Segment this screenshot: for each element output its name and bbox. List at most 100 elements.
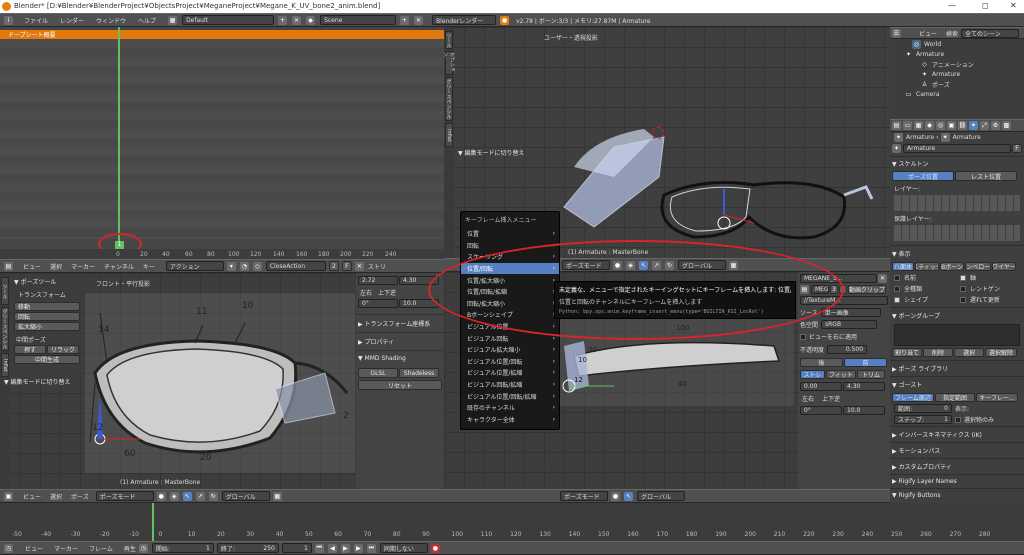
- names-checkbox[interactable]: [894, 274, 900, 281]
- scale-button[interactable]: 拡大縮小: [14, 322, 80, 331]
- shading-icon[interactable]: ●: [611, 491, 620, 501]
- source-select[interactable]: 単一画像: [820, 308, 881, 317]
- offset-x-field[interactable]: 0.00: [800, 382, 842, 391]
- properties-editor-icon[interactable]: ▤: [892, 121, 901, 130]
- ghost-icon[interactable]: ◔: [239, 261, 249, 271]
- field-a[interactable]: 2.72: [358, 276, 398, 285]
- sync-select[interactable]: 同期しない: [379, 543, 428, 553]
- menu-item[interactable]: ビジュアル拡大縮小 ›: [461, 344, 559, 356]
- scene-filter-select[interactable]: 全てのシーン: [961, 28, 1020, 38]
- stretch-button[interactable]: ストレ: [800, 370, 825, 379]
- view3d-editor-icon[interactable]: ▣: [4, 491, 13, 501]
- tab-inflat[interactable]: Inflat: [1, 353, 9, 377]
- constraints-tab-icon[interactable]: ⛓: [958, 121, 967, 130]
- view-as-checkbox[interactable]: [800, 333, 806, 340]
- mode-select[interactable]: アクション: [165, 261, 224, 271]
- menu-search[interactable]: 検索: [946, 29, 958, 38]
- minimize-button[interactable]: —: [948, 1, 956, 10]
- pose-mode-select[interactable]: ポーズモード: [560, 491, 608, 501]
- skeleton-section[interactable]: ▼ スケルトン: [890, 156, 1024, 170]
- render-tab-icon[interactable]: ▭: [903, 121, 912, 130]
- add-scene-icon[interactable]: +: [400, 15, 410, 25]
- menu-item[interactable]: キャラクター全体 ›: [461, 414, 559, 426]
- envelope-button[interactable]: エンベロープ: [965, 262, 991, 271]
- menu-playback[interactable]: 再生: [124, 544, 136, 553]
- play-icon[interactable]: ▶: [340, 543, 350, 553]
- outliner-item[interactable]: ✦ Armature: [890, 49, 1024, 59]
- remove-button[interactable]: 削除: [923, 348, 953, 357]
- xray-checkbox[interactable]: [960, 285, 966, 292]
- bone-group-list[interactable]: [894, 324, 1020, 346]
- menu-view[interactable]: ビュー: [23, 492, 41, 501]
- menu-window[interactable]: ウィンドウ: [96, 16, 126, 25]
- glsl-button[interactable]: GLSL: [358, 368, 398, 378]
- wire-button[interactable]: ワイヤー: [992, 262, 1016, 271]
- remove-layout-icon[interactable]: ✕: [292, 15, 302, 25]
- menu-item[interactable]: ビジュアル位置/回転 ›: [461, 356, 559, 368]
- manipulator-icon[interactable]: ↖: [182, 491, 192, 501]
- outliner-item[interactable]: ◎ World: [890, 39, 1024, 49]
- motion-path-section[interactable]: ▶ モーションパス: [890, 442, 1024, 458]
- ghost-range-field[interactable]: 範囲: 0: [894, 404, 952, 413]
- shadeless-button[interactable]: Shadeless: [399, 368, 439, 378]
- tab-grease-pencil[interactable]: グリースペンシル: [1, 307, 9, 351]
- menu-view[interactable]: ビュー: [23, 262, 41, 271]
- outliner-item[interactable]: ✦ Armature: [890, 69, 1024, 79]
- opacity-field[interactable]: 0.500: [827, 345, 868, 354]
- remove-scene-icon[interactable]: ✕: [414, 15, 424, 25]
- preview-range-icon[interactable]: ◷: [138, 543, 148, 553]
- rigify-layers-section[interactable]: ▶ Rigify Layer Names: [890, 474, 1024, 488]
- protected-layer-grid[interactable]: [894, 225, 1020, 241]
- front-button[interactable]: 前: [844, 358, 887, 367]
- current-frame-field[interactable]: 1: [281, 543, 312, 553]
- delay-checkbox[interactable]: [960, 296, 966, 303]
- dopesheet-area[interactable]: ドープシート概要 1 0 20 40 60 80 100 120 140 160…: [0, 27, 444, 259]
- move-button[interactable]: 移動: [14, 302, 80, 311]
- bone-group-section[interactable]: ▼ ボーングループ: [890, 307, 1024, 323]
- strip-button[interactable]: ストリ: [368, 262, 386, 271]
- fake-user-button[interactable]: F: [341, 261, 352, 271]
- tab-grease-pencil[interactable]: グリースペンシル: [445, 77, 453, 121]
- end-frame-field[interactable]: 終了: 250: [216, 543, 279, 553]
- reset-button[interactable]: リセット: [358, 380, 442, 390]
- timeline[interactable]: -50 -40 -30 -20 -10 0 10 20 30 40 50 60 70 80 90 100 110…: [0, 503, 1024, 541]
- rotation-field[interactable]: 0°: [800, 406, 842, 415]
- menu-item[interactable]: 既存のチャンネル ›: [461, 402, 559, 414]
- pose-mode-select[interactable]: ポーズモード: [95, 491, 154, 501]
- maximize-button[interactable]: ◻: [982, 1, 989, 10]
- ghost-range-button[interactable]: 指定範囲: [935, 393, 975, 402]
- relax-button[interactable]: リラック: [47, 345, 79, 354]
- pin-icon[interactable]: ✦: [894, 132, 903, 142]
- shading-icon[interactable]: ●: [156, 491, 166, 501]
- rotate-icon[interactable]: ↻: [208, 491, 218, 501]
- pose-library-section[interactable]: ▶ ポーズ ライブラリ: [890, 360, 1024, 376]
- orientation-select[interactable]: グローバル: [637, 491, 685, 501]
- layer-grid[interactable]: [894, 195, 1020, 211]
- left-edit-mode-toggle[interactable]: ▼ 編集モードに切り替え: [4, 377, 71, 386]
- orientation-select[interactable]: グローバル: [221, 491, 270, 501]
- close-image-icon[interactable]: ✕: [878, 274, 887, 283]
- translate-icon[interactable]: ↗: [195, 491, 205, 501]
- properties-section[interactable]: ▶ プロパティ: [356, 332, 444, 350]
- object-tab-icon[interactable]: ▣: [947, 121, 956, 130]
- menu-view[interactable]: ビュー: [919, 29, 937, 38]
- deselect-button[interactable]: 選択解除: [985, 348, 1017, 357]
- menu-marker[interactable]: マーカー: [71, 262, 95, 271]
- ik-section[interactable]: ▶ インバースキネマティクス (iK): [890, 426, 1024, 442]
- rest-position-button[interactable]: レスト位置: [955, 171, 1017, 181]
- push-button[interactable]: 押す: [14, 345, 46, 354]
- outliner-item[interactable]: ▭ Camera: [890, 89, 1024, 99]
- pose-position-button[interactable]: ポーズ位置: [892, 171, 954, 181]
- menu-key[interactable]: キー: [143, 262, 155, 271]
- armature-tab-icon[interactable]: ✦: [969, 121, 978, 130]
- outliner-item[interactable]: ◇ アニメーション: [890, 59, 1024, 69]
- trim-button[interactable]: トリム: [857, 370, 885, 379]
- offset-y-field[interactable]: 4.30: [843, 382, 885, 391]
- menu-pose[interactable]: ポーズ: [71, 492, 89, 501]
- menu-item[interactable]: ビジュアル位置/拡縮 ›: [461, 367, 559, 379]
- tab-inflat[interactable]: Inflat: [445, 123, 453, 147]
- transform-orient-section[interactable]: ▶ トランスフォーム座標系: [356, 314, 444, 332]
- close-action-icon[interactable]: ✕: [354, 261, 364, 271]
- anim-clip-button[interactable]: 動画クリップ: [848, 285, 886, 294]
- mmd-shading-section[interactable]: ▼ MMD Shading: [356, 350, 444, 366]
